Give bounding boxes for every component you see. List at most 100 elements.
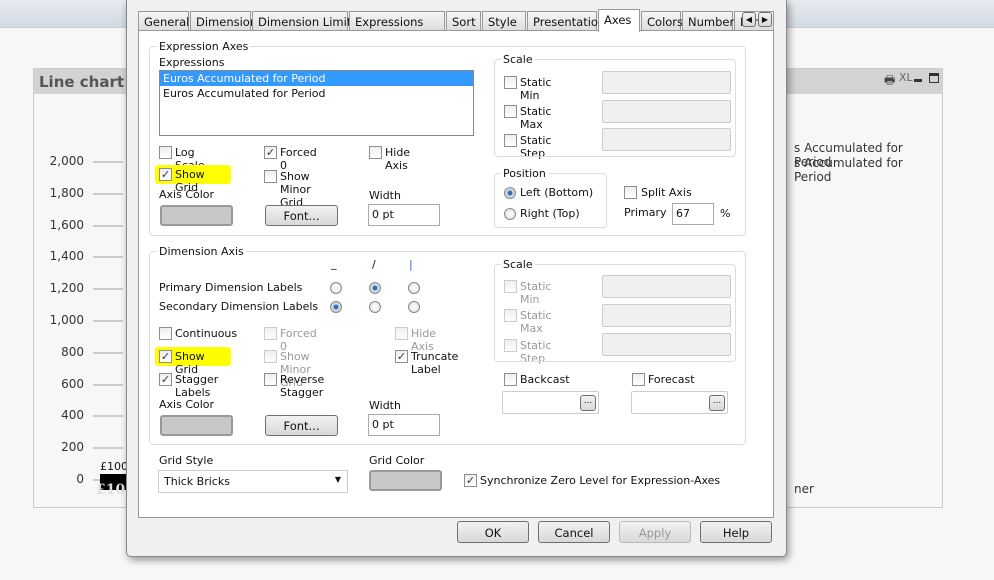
tab-scroll-right-icon[interactable]: ▶ bbox=[758, 12, 772, 27]
primary-percent-input[interactable]: 67 bbox=[672, 203, 714, 225]
secondary-vertical-radio[interactable] bbox=[408, 301, 420, 313]
font-button[interactable]: Font... bbox=[265, 415, 338, 436]
gridline bbox=[93, 224, 123, 227]
footer-text: ner bbox=[794, 482, 814, 496]
percent-label: % bbox=[720, 207, 731, 220]
font-button[interactable]: Font... bbox=[265, 205, 338, 226]
bar-label: £100 bbox=[100, 460, 128, 473]
y-tick-label: 200 bbox=[61, 440, 84, 455]
tab-dimension-limits[interactable]: Dimension Limits bbox=[252, 11, 357, 31]
grid-color-label: Grid Color bbox=[369, 454, 425, 467]
primary-horizontal-radio[interactable] bbox=[330, 282, 342, 294]
hide-axis-checkbox[interactable] bbox=[369, 146, 382, 159]
axes-tab-panel: Expression Axes Expressions Euros Accumu… bbox=[138, 30, 774, 518]
grid-style-select[interactable]: Thick Bricks ▼ bbox=[158, 470, 348, 493]
tab-scroll-left-icon[interactable]: ◀ bbox=[742, 12, 756, 27]
gridline bbox=[93, 288, 123, 291]
y-tick-label: 1,000 bbox=[49, 313, 84, 327]
tab-style[interactable]: Style bbox=[482, 11, 526, 31]
y-tick-label: 1,200 bbox=[49, 281, 84, 296]
backcast-browse-button[interactable]: ... bbox=[580, 395, 596, 411]
checkbox-label: Hide Axis bbox=[385, 146, 411, 172]
forced-0-checkbox[interactable]: ✓ bbox=[264, 146, 277, 159]
gridline bbox=[93, 161, 123, 163]
gridline bbox=[93, 351, 123, 354]
backcast-checkbox[interactable] bbox=[504, 373, 517, 386]
right-top-radio[interactable] bbox=[504, 208, 516, 220]
cancel-button[interactable]: Cancel bbox=[538, 521, 610, 543]
tab-number[interactable]: Number bbox=[682, 11, 734, 31]
orientation-vertical-header: | bbox=[409, 258, 413, 271]
y-tick-label: 800 bbox=[61, 344, 84, 359]
checkbox-label: Forced 0 bbox=[280, 146, 317, 172]
group-label: Scale bbox=[501, 53, 535, 66]
secondary-dimension-labels: Secondary Dimension Labels bbox=[159, 300, 319, 313]
radio-label: Left (Bottom) bbox=[520, 186, 594, 199]
secondary-diagonal-radio[interactable] bbox=[369, 301, 381, 313]
tab-colors[interactable]: Colors bbox=[641, 11, 683, 31]
chart-title: Line chart bbox=[39, 73, 125, 91]
orientation-horizontal-header: _ bbox=[331, 257, 337, 270]
width-label: Width bbox=[369, 399, 401, 412]
forecast-checkbox[interactable] bbox=[632, 373, 645, 386]
gridline bbox=[93, 256, 123, 259]
maximize-icon[interactable] bbox=[929, 73, 939, 83]
tab-dimensions[interactable]: Dimensions bbox=[190, 11, 263, 31]
grid-style-label: Grid Style bbox=[159, 454, 214, 467]
left-bottom-radio[interactable] bbox=[504, 187, 516, 199]
ok-button[interactable]: OK bbox=[457, 521, 529, 543]
y-tick-label: 0 bbox=[76, 472, 84, 486]
scale-group bbox=[494, 59, 736, 157]
split-axis-checkbox[interactable] bbox=[624, 186, 637, 199]
axis-color-button[interactable] bbox=[160, 415, 233, 436]
grid-color-button[interactable] bbox=[369, 470, 442, 491]
apply-button[interactable]: Apply bbox=[619, 521, 691, 543]
width-input[interactable]: 0 pt bbox=[368, 204, 440, 226]
tab-sort[interactable]: Sort bbox=[446, 11, 481, 31]
gridline bbox=[93, 415, 123, 418]
tab-axes[interactable]: Axes bbox=[598, 9, 640, 32]
show-minor-grid-checkbox[interactable] bbox=[264, 170, 277, 183]
sync-zero-checkbox[interactable]: ✓ bbox=[464, 474, 477, 487]
list-item[interactable]: Euros Accumulated for Period bbox=[160, 86, 473, 101]
y-tick-label: 2,000 bbox=[49, 154, 84, 168]
y-tick-label: 1,800 bbox=[49, 185, 84, 200]
y-tick-label: 1,400 bbox=[49, 249, 84, 264]
primary-vertical-radio[interactable] bbox=[408, 282, 420, 294]
tab-presentation[interactable]: Presentation bbox=[527, 11, 605, 31]
primary-diagonal-radio[interactable] bbox=[369, 282, 381, 294]
chart-properties-dialog: General Dimensions Dimension Limits Express… bbox=[126, 0, 787, 557]
radio-label: Right (Top) bbox=[520, 207, 580, 220]
gridline bbox=[93, 447, 123, 450]
checkbox-label: Synchronize Zero Level for Expression-Ax… bbox=[480, 474, 721, 487]
primary-dimension-labels: Primary Dimension Labels bbox=[159, 281, 303, 294]
log-scale-checkbox[interactable] bbox=[159, 146, 172, 159]
expressions-list[interactable]: Euros Accumulated for Period Euros Accum… bbox=[159, 70, 474, 136]
print-icon[interactable]: 🖶 bbox=[884, 71, 895, 92]
axis-color-label: Axis Color bbox=[159, 188, 215, 201]
forecast-browse-button[interactable]: ... bbox=[709, 395, 725, 411]
orientation-diagonal-header: / bbox=[372, 258, 376, 271]
checkbox-label: Backcast bbox=[520, 373, 570, 386]
primary-label: Primary bbox=[624, 206, 667, 219]
minimize-icon[interactable] bbox=[914, 79, 922, 82]
group-label: Position bbox=[501, 167, 548, 180]
scale-group bbox=[494, 264, 736, 362]
checkbox-label: Forecast bbox=[648, 373, 695, 386]
gridline bbox=[93, 320, 123, 322]
y-tick-label: 400 bbox=[61, 408, 84, 423]
gridline bbox=[93, 383, 123, 386]
checkbox-label: Split Axis bbox=[641, 186, 692, 199]
group-label: Scale bbox=[501, 258, 535, 271]
xl-icon[interactable]: XL bbox=[899, 71, 913, 84]
secondary-horizontal-radio[interactable] bbox=[330, 301, 342, 313]
axis-color-button[interactable] bbox=[160, 205, 233, 226]
help-button[interactable]: Help bbox=[700, 521, 772, 543]
group-label: Dimension Axis bbox=[157, 245, 246, 258]
group-label: Expression Axes bbox=[157, 40, 251, 53]
width-input[interactable]: 0 pt bbox=[368, 414, 440, 436]
tab-general[interactable]: General bbox=[138, 11, 189, 31]
list-item[interactable]: Euros Accumulated for Period bbox=[160, 71, 473, 86]
legend-item: s Accumulated for Period bbox=[794, 156, 903, 184]
tab-expressions[interactable]: Expressions bbox=[349, 11, 445, 31]
